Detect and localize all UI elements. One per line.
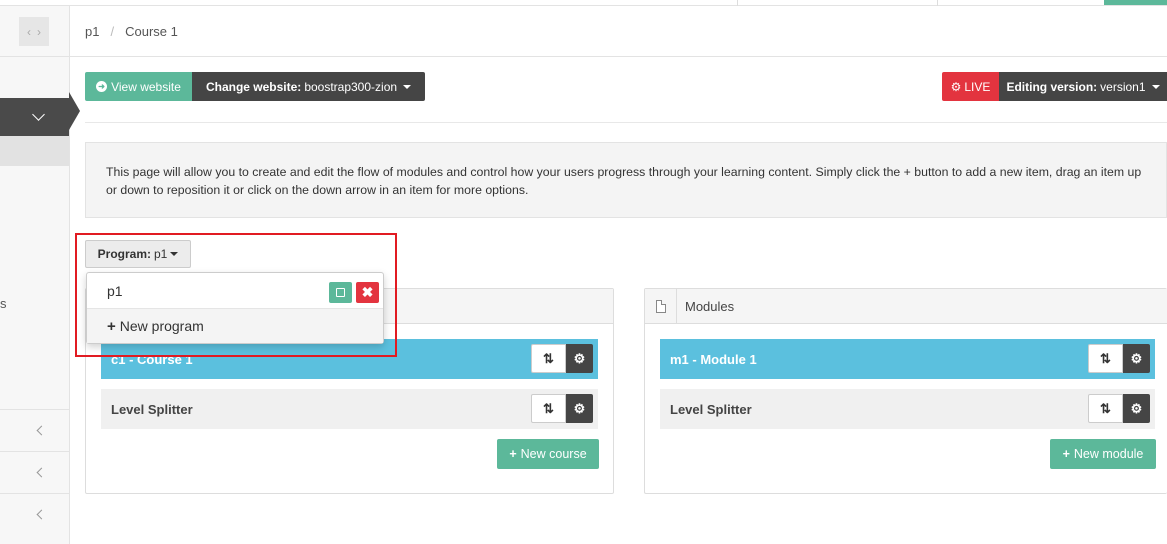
gear-icon: ⚙ bbox=[950, 79, 962, 94]
sidebar-item-label: s bbox=[0, 296, 7, 311]
gear-icon: ⚙ bbox=[573, 350, 586, 366]
item-settings-button[interactable]: ⚙ bbox=[566, 394, 593, 423]
program-label: Program: bbox=[97, 247, 151, 261]
program-value: p1 bbox=[153, 247, 168, 261]
plus-icon: + bbox=[1062, 447, 1070, 461]
editing-version-value: version1 bbox=[1100, 79, 1146, 94]
gear-icon: ⚙ bbox=[1130, 350, 1143, 366]
breadcrumb: p1 / Course 1 bbox=[70, 6, 1167, 57]
module-item-label: Level Splitter bbox=[670, 401, 752, 417]
program-dropdown-button[interactable]: Program: p1 bbox=[85, 240, 191, 268]
edit-program-button[interactable] bbox=[329, 282, 352, 303]
plus-icon: + bbox=[107, 317, 116, 335]
course-item-label: Level Splitter bbox=[111, 401, 193, 417]
view-website-label: View website bbox=[111, 79, 181, 94]
sort-button[interactable]: ⇅ bbox=[531, 344, 566, 373]
close-icon: ✖ bbox=[361, 284, 374, 300]
sidebar-item-active[interactable] bbox=[0, 98, 69, 136]
module-item[interactable]: m1 - Module 1 ⇅ ⚙ bbox=[660, 339, 1155, 379]
live-label: LIVE bbox=[964, 79, 991, 94]
sidebar: ‹ › s bbox=[0, 6, 70, 544]
toolbar-divider bbox=[85, 122, 1167, 123]
editing-version-label: Editing version: bbox=[1006, 79, 1098, 94]
chevron-right-icon: › bbox=[37, 24, 41, 39]
program-menu-item-label: p1 bbox=[107, 282, 123, 299]
module-item-label: m1 - Module 1 bbox=[670, 351, 757, 367]
new-course-label: New course bbox=[520, 447, 587, 461]
chevron-left-icon: ‹ bbox=[27, 24, 31, 39]
edit-icon bbox=[336, 288, 345, 297]
sidebar-item[interactable] bbox=[0, 409, 69, 451]
course-item-label: c1 - Course 1 bbox=[111, 351, 193, 367]
caret-down-icon bbox=[1151, 84, 1160, 89]
new-program-label: New program bbox=[119, 318, 204, 334]
document-icon bbox=[645, 288, 677, 324]
sort-button[interactable]: ⇅ bbox=[1088, 394, 1123, 423]
course-item[interactable]: Level Splitter ⇅ ⚙ bbox=[101, 389, 598, 429]
info-box: This page will allow you to create and e… bbox=[85, 142, 1167, 218]
change-website-label: Change website: bbox=[205, 79, 302, 94]
modules-panel-header: Modules bbox=[645, 288, 1167, 324]
change-website-value: boostrap300-zion bbox=[304, 79, 398, 94]
course-item[interactable]: c1 - Course 1 ⇅ ⚙ bbox=[101, 339, 598, 379]
sort-button[interactable]: ⇅ bbox=[1088, 344, 1123, 373]
new-course-button[interactable]: + New course bbox=[497, 439, 599, 469]
modules-panel-title: Modules bbox=[685, 298, 735, 314]
info-text: This page will allow you to create and e… bbox=[106, 165, 1142, 197]
gear-icon: ⚙ bbox=[573, 400, 586, 416]
arrow-circle-right-icon: ➜ bbox=[96, 81, 108, 92]
new-module-button[interactable]: + New module bbox=[1050, 439, 1156, 469]
delete-program-button[interactable]: ✖ bbox=[356, 282, 379, 303]
change-website-dropdown[interactable]: Change website: boostrap300-zion bbox=[192, 72, 425, 101]
new-program-menu-item[interactable]: + New program bbox=[87, 309, 383, 343]
sidebar-item[interactable] bbox=[0, 493, 69, 535]
item-settings-button[interactable]: ⚙ bbox=[1123, 344, 1150, 373]
chevron-left-icon bbox=[36, 425, 47, 436]
editing-version-dropdown[interactable]: Editing version: version1 bbox=[999, 72, 1167, 101]
sidebar-subitem[interactable] bbox=[0, 136, 69, 166]
breadcrumb-separator: / bbox=[110, 23, 115, 39]
breadcrumb-item-course: Course 1 bbox=[125, 23, 178, 39]
sort-icon: ⇅ bbox=[1100, 400, 1111, 416]
new-module-label: New module bbox=[1073, 447, 1144, 461]
sidebar-toggle-button[interactable]: ‹ › bbox=[19, 17, 49, 46]
live-button[interactable]: ⚙ LIVE bbox=[942, 72, 999, 101]
modules-panel: Modules m1 - Module 1 ⇅ ⚙ Level Splitter… bbox=[644, 288, 1167, 494]
module-item[interactable]: Level Splitter ⇅ ⚙ bbox=[660, 389, 1155, 429]
caret-down-icon bbox=[170, 252, 179, 256]
item-settings-button[interactable]: ⚙ bbox=[1123, 394, 1150, 423]
chevron-down-icon bbox=[32, 108, 45, 121]
gear-icon: ⚙ bbox=[1130, 400, 1143, 416]
sidebar-divider bbox=[0, 56, 69, 57]
sort-button[interactable]: ⇅ bbox=[531, 394, 566, 423]
program-dropdown-menu: p1 ✖ + New program bbox=[86, 272, 384, 344]
caret-down-icon bbox=[403, 84, 412, 89]
sort-icon: ⇅ bbox=[1100, 350, 1111, 366]
sort-icon: ⇅ bbox=[543, 400, 554, 416]
sidebar-active-pointer bbox=[69, 92, 80, 130]
view-website-button[interactable]: ➜ View website bbox=[85, 72, 192, 101]
top-accent-tab[interactable] bbox=[1104, 0, 1167, 5]
item-settings-button[interactable]: ⚙ bbox=[566, 344, 593, 373]
sidebar-item[interactable] bbox=[0, 451, 69, 493]
chevron-left-icon bbox=[36, 467, 47, 478]
sort-icon: ⇅ bbox=[543, 350, 554, 366]
program-menu-item[interactable]: p1 ✖ bbox=[87, 273, 383, 309]
chevron-left-icon bbox=[36, 509, 47, 520]
breadcrumb-item-program[interactable]: p1 bbox=[85, 24, 99, 39]
plus-icon: + bbox=[509, 447, 517, 461]
